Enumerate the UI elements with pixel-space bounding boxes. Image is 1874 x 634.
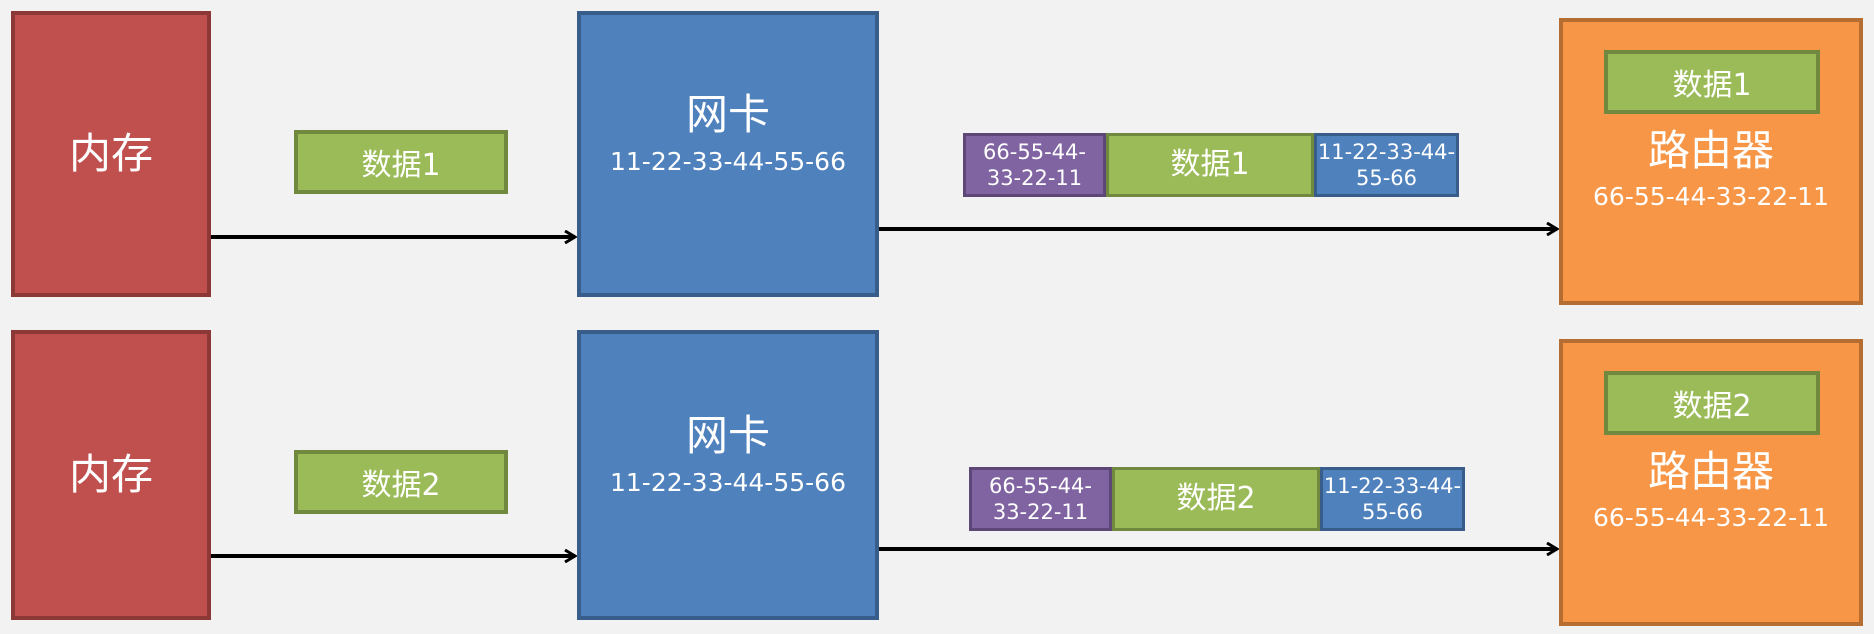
router-mac: 66-55-44-33-22-11: [1593, 182, 1829, 212]
router-data-tag: 数据2: [1604, 371, 1820, 435]
packet-data-label: 数据1: [361, 148, 441, 183]
frame-data: 数据2: [1112, 467, 1320, 531]
nic-mac: 11-22-33-44-55-66: [610, 146, 846, 176]
router-box: 数据1 路由器 66-55-44-33-22-11: [1559, 18, 1863, 305]
router-label: 路由器: [1647, 447, 1774, 496]
router-box: 数据2 路由器 66-55-44-33-22-11: [1559, 339, 1863, 626]
memory-label: 内存: [68, 128, 153, 178]
frame-dst-mac: 66-55-44-33-22-11: [963, 133, 1106, 197]
nic-mac: 11-22-33-44-55-66: [610, 467, 846, 497]
packet-data-label: 数据2: [361, 468, 441, 503]
packet-data-tag: 数据1: [294, 130, 508, 194]
frame-src-mac: 11-22-33-44-55-66: [1314, 133, 1459, 197]
nic-label: 网卡: [685, 411, 770, 461]
router-data-label: 数据1: [1672, 68, 1752, 103]
router-mac: 66-55-44-33-22-11: [1593, 503, 1829, 533]
packet-data-tag: 数据2: [294, 450, 508, 514]
memory-box: 内存: [11, 11, 211, 297]
memory-label: 内存: [68, 449, 153, 499]
memory-box: 内存: [11, 330, 211, 620]
ethernet-frame: 66-55-44-33-22-11 数据1 11-22-33-44-55-66: [963, 133, 1459, 197]
flow-row-1: 内存 数据1 网卡 11-22-33-44-55-66 66-55-44-33-…: [0, 11, 1874, 311]
router-label: 路由器: [1647, 126, 1774, 175]
frame-src-mac: 11-22-33-44-55-66: [1320, 467, 1465, 531]
ethernet-frame: 66-55-44-33-22-11 数据2 11-22-33-44-55-66: [969, 467, 1465, 531]
nic-box: 网卡 11-22-33-44-55-66: [577, 11, 879, 297]
nic-label: 网卡: [685, 90, 770, 140]
router-data-label: 数据2: [1672, 389, 1752, 424]
flow-row-2: 内存 数据2 网卡 11-22-33-44-55-66 66-55-44-33-…: [0, 330, 1874, 630]
router-data-tag: 数据1: [1604, 50, 1820, 114]
frame-dst-mac: 66-55-44-33-22-11: [969, 467, 1112, 531]
nic-box: 网卡 11-22-33-44-55-66: [577, 330, 879, 620]
frame-data: 数据1: [1106, 133, 1314, 197]
